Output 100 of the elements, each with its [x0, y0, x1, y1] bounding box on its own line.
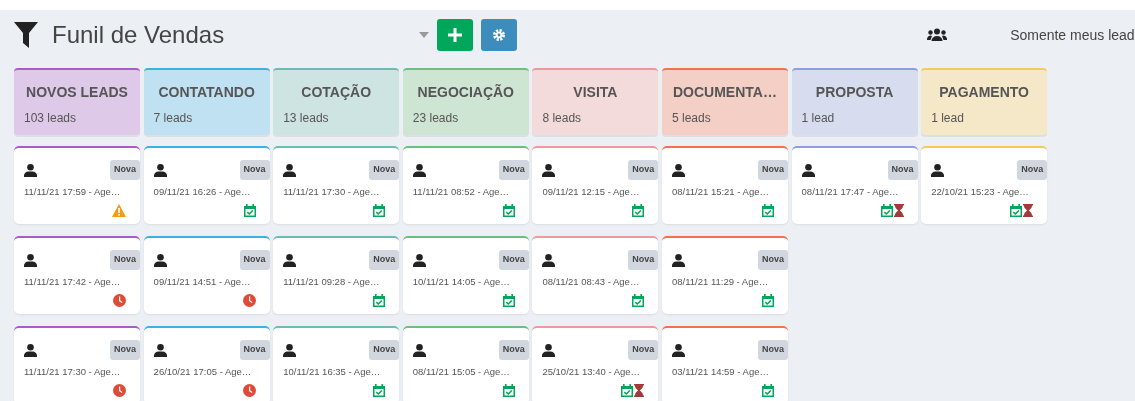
lead-summary: 25/10/21 13:40 - Age… [542, 365, 642, 379]
person-icon [412, 254, 426, 268]
calendar-check-icon [1010, 204, 1023, 218]
person-icon [542, 344, 556, 358]
lead-card[interactable]: Nova 11/11/21 17:30 - Age… [273, 146, 400, 224]
lead-summary: 08/11/21 17:47 - Age… [801, 185, 900, 199]
calendar-check-icon [243, 204, 256, 218]
lead-summary: 08/11/21 11:29 - Age… [671, 275, 770, 289]
lead-count: 13 leads [283, 110, 330, 127]
settings-icon [493, 29, 506, 41]
calendar-check-icon [761, 204, 774, 218]
person-icon [24, 254, 37, 268]
lead-count: 5 leads [671, 110, 712, 127]
filter-toggle-label[interactable]: Somente meus lead [1010, 24, 1135, 46]
person-icon [153, 164, 167, 178]
stage-title: CONTATANDO [157, 83, 256, 102]
lead-summary: 11/11/21 09:28 - Age… [283, 275, 381, 289]
stage-title: PAGAMENTO [938, 83, 1030, 102]
lead-card[interactable]: Nova 26/10/21 17:05 - Age… [143, 326, 270, 401]
clock-icon [113, 294, 126, 308]
lead-card[interactable]: Nova 09/11/21 14:51 - Age… [143, 236, 270, 314]
lead-card[interactable]: Nova 10/11/21 16:35 - Age… [273, 326, 400, 401]
lead-summary: 08/11/21 15:21 - Age… [671, 185, 770, 199]
lead-card[interactable]: Nova 08/11/21 15:05 - Age… [402, 326, 529, 401]
person-icon [412, 344, 426, 358]
lead-card[interactable]: Nova 25/10/21 13:40 - Age… [532, 326, 659, 401]
lead-card[interactable]: Nova 03/11/21 14:59 - Age… [661, 326, 788, 401]
status-badge: Nova [239, 160, 270, 180]
person-icon [931, 164, 945, 178]
lead-card[interactable]: Nova 09/11/21 12:15 - Age… [532, 146, 659, 224]
calendar-check-icon [502, 204, 515, 218]
lead-card[interactable]: Nova 08/11/21 08:43 - Age… [532, 236, 659, 314]
lead-summary: 09/11/21 12:15 - Age… [542, 185, 641, 199]
add-button[interactable] [437, 19, 474, 51]
status-badge: Nova [110, 160, 140, 180]
clock-icon [113, 384, 126, 398]
status-badge: Nova [369, 160, 400, 180]
lead-summary: 10/11/21 16:35 - Age… [283, 365, 382, 379]
lead-count: 103 leads [24, 110, 78, 127]
person-icon [153, 254, 167, 268]
lead-count: 1 lead [801, 110, 836, 127]
stage-title: DOCUMENTA… [672, 83, 778, 102]
person-icon [283, 254, 297, 268]
person-icon [283, 164, 297, 178]
lead-card[interactable]: Nova 11/11/21 17:42 - Age… [14, 236, 140, 314]
lead-card[interactable]: Nova 11/11/21 09:28 - Age… [273, 236, 400, 314]
lead-count: 8 leads [542, 110, 583, 127]
hourglass-icon [1023, 204, 1034, 218]
status-badge: Nova [110, 340, 140, 360]
calendar-check-icon [373, 384, 386, 398]
lead-card[interactable]: Nova 08/11/21 17:47 - Age… [791, 146, 918, 224]
status-badge: Nova [757, 250, 788, 270]
clock-icon [242, 384, 256, 398]
lead-card[interactable]: Nova 11/11/21 17:30 - Age… [14, 326, 140, 401]
filter-icon [14, 22, 38, 48]
stage-title: VISITA [572, 83, 619, 102]
lead-summary: 11/11/21 08:52 - Age… [412, 185, 511, 199]
status-badge: Nova [1017, 160, 1048, 180]
stage-title: COTAÇÃO [300, 83, 373, 102]
calendar-check-icon [373, 294, 386, 308]
calendar-check-icon [373, 204, 386, 218]
lead-summary: 08/11/21 08:43 - Age… [542, 275, 641, 289]
calendar-check-icon [621, 384, 634, 398]
calendar-check-icon [761, 294, 774, 308]
status-badge: Nova [369, 250, 400, 270]
warning-icon [112, 204, 126, 218]
lead-summary: 22/10/21 15:23 - Age… [931, 185, 1030, 199]
lead-card[interactable]: Nova 22/10/21 15:23 - Age… [921, 146, 1048, 224]
status-badge: Nova [369, 340, 400, 360]
lead-card[interactable]: Nova 10/11/21 14:05 - Age… [402, 236, 529, 314]
status-badge: Nova [757, 160, 788, 180]
calendar-check-icon [502, 294, 515, 308]
stage-title: NOVOS LEADS [25, 83, 129, 102]
lead-card[interactable]: Nova 08/11/21 11:29 - Age… [661, 236, 788, 314]
lead-summary: 03/11/21 14:59 - Age… [671, 365, 770, 379]
person-icon [153, 344, 167, 358]
lead-summary: 11/11/21 17:42 - Age… [24, 275, 122, 289]
dropdown-caret-icon[interactable] [419, 32, 430, 38]
settings-button[interactable] [481, 19, 518, 51]
person-icon [412, 164, 426, 178]
person-icon [801, 164, 815, 178]
status-badge: Nova [628, 160, 659, 180]
calendar-check-icon [632, 294, 645, 308]
status-badge: Nova [498, 340, 529, 360]
lead-summary: 11/11/21 17:30 - Age… [283, 185, 381, 199]
person-icon [671, 254, 685, 268]
status-badge: Nova [239, 340, 270, 360]
clock-icon [242, 294, 256, 308]
status-badge: Nova [628, 340, 659, 360]
status-badge: Nova [757, 340, 788, 360]
lead-card[interactable]: Nova 09/11/21 16:26 - Age… [143, 146, 270, 224]
lead-card[interactable]: Nova 08/11/21 15:21 - Age… [661, 146, 788, 224]
lead-card[interactable]: Nova 11/11/21 08:52 - Age… [402, 146, 529, 224]
lead-count: 7 leads [153, 110, 194, 127]
hourglass-icon [893, 204, 904, 218]
person-icon [542, 254, 556, 268]
calendar-check-icon [880, 204, 893, 218]
lead-card[interactable]: Nova 11/11/21 17:59 - Age… [14, 146, 140, 224]
status-badge: Nova [498, 250, 529, 270]
stage-title: PROPOSTA [814, 83, 895, 102]
